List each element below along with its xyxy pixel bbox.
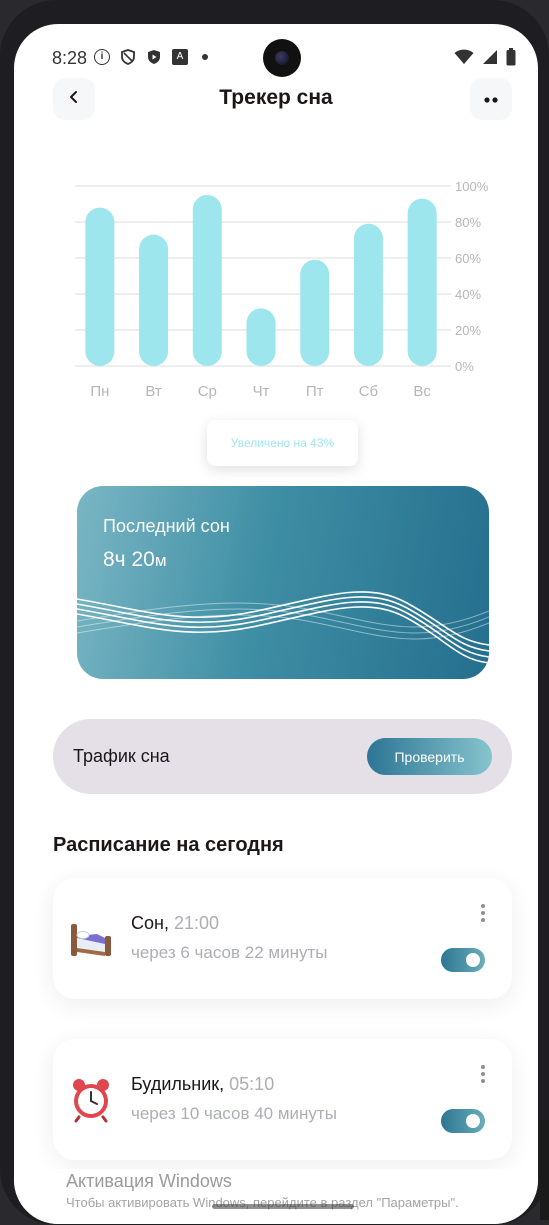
front-camera	[263, 39, 301, 77]
home-indicator[interactable]	[212, 1204, 354, 1209]
chart-bar[interactable]	[353, 223, 383, 366]
sleep-waves-graphic	[77, 591, 489, 664]
info-icon: i	[94, 49, 110, 65]
x-tick-label: Чт	[253, 383, 270, 400]
x-tick-label: Вс	[413, 383, 431, 400]
play-protect-icon	[146, 49, 162, 65]
window-edge	[540, 1120, 549, 1220]
y-tick-label: 100%	[455, 179, 489, 194]
chart-bar[interactable]	[85, 207, 115, 366]
signal-icon	[482, 49, 498, 70]
sleep-bar-chart: 100% 80% 60% 40% 20% 0% Пн Вт Ср Чт Пт Сб Вс	[75, 179, 489, 400]
schedule-item-remaining: через 6 часов 22 минуты	[131, 943, 328, 962]
status-icons-left: i A	[94, 49, 208, 65]
x-tick-label: Пт	[306, 383, 324, 400]
more-dots-icon	[483, 90, 499, 108]
schedule-item-time: 05:10	[229, 1074, 275, 1094]
last-sleep-minutes-unit: м	[154, 551, 167, 570]
sleep-traffic-label: Трафик сна	[73, 746, 170, 766]
x-tick-label: Пн	[90, 383, 109, 400]
x-tick-label: Ср	[198, 383, 217, 400]
schedule-item-title: Сон, 21:00	[131, 913, 219, 934]
status-icons-right	[454, 48, 516, 71]
chart-bar[interactable]	[192, 195, 222, 366]
y-tick-label: 40%	[455, 287, 481, 302]
status-time: 8:28	[52, 48, 88, 68]
schedule-title: Расписание на сегодня	[53, 834, 284, 856]
y-tick-label: 80%	[455, 215, 481, 230]
page-title: Трекер сна	[219, 86, 333, 109]
last-sleep-hours: 8ч	[103, 548, 126, 571]
sleep-traffic-panel: Трафик сна Проверить	[53, 719, 512, 794]
y-tick-label: 0%	[455, 359, 474, 374]
alarm-toggle[interactable]	[441, 1109, 485, 1133]
last-sleep-minutes: 20	[131, 548, 155, 571]
x-tick-label: Сб	[359, 383, 378, 400]
chart-bar[interactable]	[300, 259, 330, 366]
more-vertical-icon[interactable]	[479, 904, 487, 924]
x-tick-label: Вт	[145, 383, 162, 400]
shield-icon	[120, 49, 136, 65]
status-bar: 8:28 i A	[14, 24, 538, 88]
bed-icon	[69, 914, 113, 962]
schedule-item-time: 21:00	[173, 913, 220, 933]
last-sleep-duration: 8ч 20м	[103, 548, 167, 572]
a-icon: A	[172, 49, 188, 65]
schedule-item-name: Будильник,	[131, 1074, 225, 1094]
y-tick-label: 60%	[455, 251, 481, 266]
notification-dot-icon	[202, 54, 208, 60]
schedule-item-sleep[interactable]: Сон, 21:00 через 6 часов 22 минуты	[53, 878, 512, 999]
chart-bar[interactable]	[407, 198, 437, 366]
y-tick-label: 20%	[455, 323, 481, 338]
schedule-item-remaining: через 10 часов 40 минуты	[131, 1104, 337, 1123]
chart-bar[interactable]	[139, 234, 169, 366]
phone-frame: 8:28 i A Трекер сна 100% 80% 60% 40% 20%…	[0, 0, 549, 1225]
alarm-clock-icon	[69, 1075, 113, 1123]
sleep-toggle[interactable]	[441, 948, 485, 972]
more-button[interactable]	[470, 78, 512, 120]
last-sleep-card[interactable]: Последний сон 8ч 20м	[77, 486, 489, 679]
app-screen: 8:28 i A Трекер сна 100% 80% 60% 40% 20%…	[14, 24, 538, 1224]
schedule-item-alarm[interactable]: Будильник, 05:10 через 10 часов 40 минут…	[53, 1039, 512, 1160]
chart-bar[interactable]	[246, 308, 276, 366]
windows-activation-title: Активация Windows	[66, 1171, 232, 1191]
last-sleep-title: Последний сон	[103, 516, 230, 536]
check-button[interactable]: Проверить	[367, 738, 492, 775]
wifi-icon	[454, 49, 474, 70]
schedule-item-title: Будильник, 05:10	[131, 1074, 274, 1095]
chart-tooltip: Увеличено на 43%	[207, 420, 358, 466]
schedule-item-name: Сон,	[131, 913, 169, 933]
more-vertical-icon[interactable]	[479, 1065, 487, 1085]
battery-icon	[506, 48, 516, 71]
